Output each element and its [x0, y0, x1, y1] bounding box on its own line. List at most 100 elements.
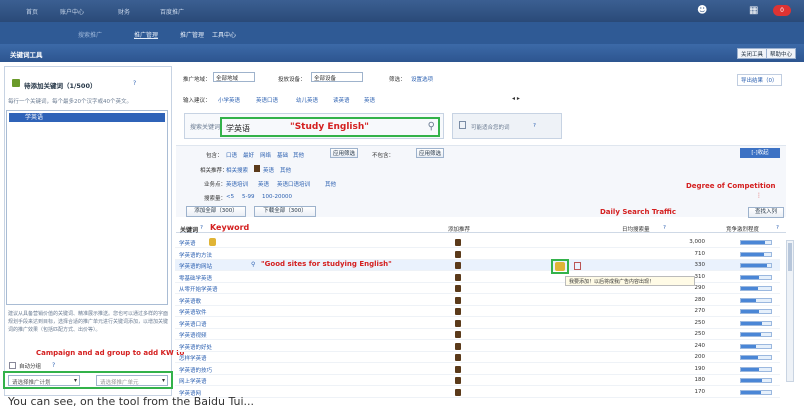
exclude-apply-button[interactable]: 应用筛选 [416, 148, 444, 158]
history-item[interactable]: 英语口语 [256, 96, 278, 104]
region-select[interactable]: 全部地域 [213, 72, 255, 82]
recommend-option[interactable]: 英语 [263, 166, 274, 174]
collapse-button[interactable]: [-]收起 [740, 148, 780, 158]
table-row[interactable]: 学英语的方法 710 [175, 249, 780, 260]
pending-help-icon[interactable]: ? [133, 80, 136, 87]
history-item[interactable]: 小学英语 [218, 96, 240, 104]
volume-cell: 250 [694, 319, 706, 326]
table-row[interactable]: 学英语 3,000 [175, 237, 780, 248]
user-icon[interactable]: ☻ [697, 5, 709, 17]
volume-label: 搜索量： [204, 196, 227, 202]
competition-fill [741, 356, 758, 359]
type-option[interactable]: 英语 [258, 180, 269, 188]
keyword-cell[interactable]: 学英语视频 [179, 331, 207, 339]
include-option[interactable]: 口语 [226, 151, 237, 159]
scrollbar-thumb[interactable] [788, 243, 792, 271]
competition-bar [740, 263, 772, 268]
competition-fill [741, 241, 765, 244]
tab-suggested-words[interactable]: 可能适合您的词 ? [452, 113, 562, 139]
volume-option[interactable]: 5-99 [242, 194, 254, 200]
type-option[interactable]: 其他 [325, 180, 336, 188]
include-option[interactable]: 基础 [277, 151, 288, 159]
pending-keywords-textarea[interactable]: 学英语 [6, 110, 168, 305]
export-results-button[interactable]: 导出结果（0） [737, 74, 782, 86]
keyword-cell[interactable]: 学英语的方法 [179, 251, 212, 259]
add-keyword-icon[interactable] [555, 262, 565, 271]
history-item[interactable]: 英语 [364, 96, 375, 104]
include-apply-button[interactable]: 应用筛选 [330, 148, 358, 158]
apps-icon[interactable]: ▦ [749, 5, 761, 17]
col-volume: 日均搜索量 [622, 227, 650, 233]
table-row[interactable]: 网上学英语 180 [175, 375, 780, 386]
keyword-cell[interactable]: 从零开始学英语 [179, 285, 218, 293]
tab-promotion-manage-2[interactable]: 推广管理 [180, 30, 204, 39]
keyword-cell[interactable]: 学英语的技巧 [179, 366, 212, 374]
suggested-help-icon[interactable]: ? [533, 123, 536, 129]
volume-cell: 280 [694, 296, 706, 303]
annotation-arrow: ⋮ [756, 192, 762, 199]
keyword-cell[interactable]: 学英语口语 [179, 320, 207, 328]
nav-promotion[interactable]: 百度推广 [160, 7, 184, 16]
volume-option[interactable]: <5 [226, 194, 234, 200]
campaign-select[interactable]: 请选择推广计划 ▾ [8, 375, 80, 386]
col-volume-help-icon[interactable]: ? [663, 225, 666, 231]
add-all-button[interactable]: 添加全部（300） [186, 206, 246, 217]
tab-tool-center[interactable]: 工具中心 [212, 30, 236, 39]
table-row[interactable]: 学英语软件 270 [175, 306, 780, 317]
download-all-button[interactable]: 下载全部（300） [254, 206, 316, 217]
history-item[interactable]: 读英语 [333, 96, 350, 104]
auto-group-checkbox[interactable] [9, 362, 16, 369]
table-row[interactable]: 学英语的技巧 190 [175, 364, 780, 375]
device-select[interactable]: 全部设备 [311, 72, 363, 82]
col-keyword-help-icon[interactable]: ? [200, 225, 203, 231]
volume-option[interactable]: 100-20000 [262, 194, 292, 200]
close-tool-button[interactable]: 关闭工具 [737, 48, 768, 59]
keyword-cell[interactable]: 学英语歌 [179, 297, 201, 305]
search-input[interactable]: 学英语 "Study English" ⚲ [220, 117, 440, 137]
keyword-cell[interactable]: 学英语 [179, 239, 196, 247]
help-center-button[interactable]: 帮助中心 [766, 48, 797, 59]
adgroup-select[interactable]: 请选择推广单元 ▾ [96, 375, 168, 386]
keyword-cell[interactable]: 学英语的网站 [179, 262, 212, 270]
notification-icon[interactable]: 0 [773, 5, 791, 16]
table-row[interactable]: 学英语的好处 240 [175, 341, 780, 352]
recommend-icon [455, 239, 461, 246]
keyword-cell[interactable]: 零基础学英语 [179, 274, 212, 282]
auto-group-help-icon[interactable]: ? [52, 362, 55, 369]
nav-home[interactable]: 首页 [26, 7, 38, 16]
sort-select[interactable]: 查找入列 [748, 207, 784, 218]
include-option[interactable]: 网络 [260, 151, 271, 159]
keyword-line[interactable]: 学英语 [9, 113, 165, 122]
keyword-cell[interactable]: 学英语软件 [179, 308, 207, 316]
arrows-icon[interactable]: ◂ ▸ [512, 95, 520, 102]
tab-promotion-manage[interactable]: 推广管理 [134, 30, 158, 39]
nav-account[interactable]: 账户中心 [60, 7, 84, 16]
search-icon[interactable]: ⚲ [428, 121, 435, 132]
table-row[interactable]: 学英语的网站 ⚲ "Good sites for studying English"… [175, 260, 780, 271]
annotation-search: "Study English" [290, 122, 369, 132]
recommend-option[interactable]: 相关搜索 [226, 166, 248, 174]
filter-settings-link[interactable]: 设置选项 [411, 75, 433, 83]
table-row[interactable]: 学英语歌 280 [175, 295, 780, 306]
type-option[interactable]: 英语培训 [226, 180, 248, 188]
nav-finance[interactable]: 财务 [118, 7, 130, 16]
table-scrollbar[interactable] [786, 240, 794, 382]
recommend-option[interactable]: 其他 [280, 166, 291, 174]
table-row[interactable]: 学英语视频 250 [175, 329, 780, 340]
annotation-campaign: Campaign and ad group to add KW to [36, 349, 185, 357]
keyword-cell[interactable]: 怎样学英语 [179, 354, 207, 362]
pending-keywords-header: 待添加关键词（1/500） [24, 82, 97, 90]
history-item[interactable]: 幼儿英语 [296, 96, 318, 104]
table-row[interactable]: 学英语口语 250 [175, 318, 780, 329]
table-row[interactable]: 怎样学英语 200 [175, 352, 780, 363]
keyword-cell[interactable]: 网上学英语 [179, 377, 207, 385]
include-option[interactable]: 最好 [243, 151, 254, 159]
competition-fill [741, 298, 756, 302]
include-option[interactable]: 其他 [293, 151, 304, 159]
type-option[interactable]: 英语口语培训 [277, 180, 310, 188]
type-label: 业务点： [204, 182, 227, 188]
col-competition-help-icon[interactable]: ? [776, 225, 779, 231]
volume-cell: 180 [694, 377, 706, 383]
keyword-cell[interactable]: 学英语的好处 [179, 343, 212, 351]
copy-icon[interactable] [574, 262, 581, 270]
